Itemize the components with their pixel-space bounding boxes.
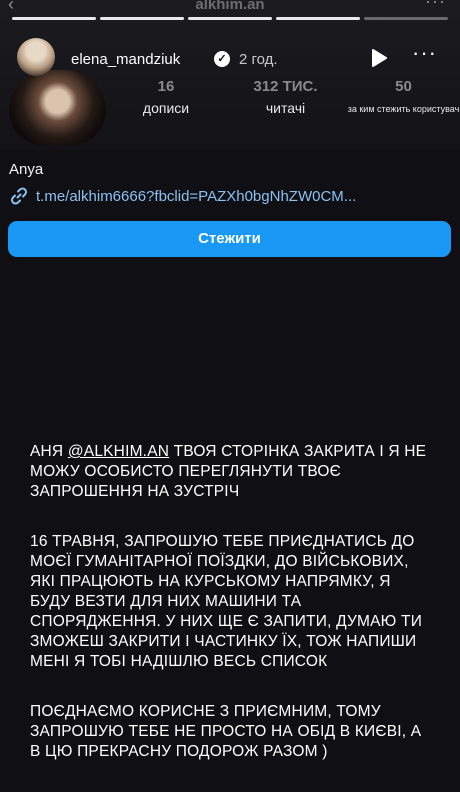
posts-label: дописи	[142, 100, 190, 116]
more-horizontal-icon[interactable]: ···	[412, 40, 437, 66]
story-progress-segment	[276, 17, 360, 20]
profile-username-title: alkhim.an	[195, 0, 265, 13]
profile-name: Anya	[9, 161, 44, 178]
following-label: за ким стежить користувач	[347, 104, 460, 114]
story-progress-segment	[188, 17, 272, 20]
story-paragraph: ПОЄДНАЄМО КОРИСНЕ З ПРИЄМНИМ, ТОМУ ЗАПРО…	[30, 703, 422, 760]
story-author-username[interactable]: elena_mandziuk	[71, 51, 180, 68]
story-progress-segment	[12, 17, 96, 20]
followers-stat[interactable]: 312 ТИС. читачі	[228, 78, 343, 116]
story-header: elena_mandziuk ✓ 2 год. ···	[17, 38, 450, 80]
story-paragraph: 16 ТРАВНЯ, ЗАПРОШУЮ ТЕБЕ ПРИЄДНАТИСЬ ДО …	[30, 533, 423, 670]
story-text-overlay: АНЯ @ALKHIM.AN ТВОЯ СТОРІНКА ЗАКРИТА І Я…	[30, 442, 430, 792]
posts-count: 16	[157, 78, 175, 95]
followers-label: читачі	[265, 100, 306, 116]
more-horizontal-icon[interactable]: ···	[425, 0, 446, 12]
link-icon	[10, 187, 28, 205]
follow-button[interactable]: Стежити	[8, 221, 451, 257]
story-progress-segment	[100, 17, 184, 20]
following-count: 50	[395, 78, 412, 95]
posts-stat[interactable]: 16 дописи	[120, 78, 212, 116]
play-icon[interactable]	[369, 48, 389, 68]
following-stat[interactable]: 50 за ким стежить користувач	[347, 78, 460, 114]
profile-avatar[interactable]	[9, 70, 106, 145]
top-bar: ‹ alkhim.an ···	[0, 0, 460, 14]
mention-link[interactable]: @ALKHIM.AN	[68, 443, 169, 460]
story-progress-segment	[364, 17, 448, 20]
profile-stats: 16 дописи 312 ТИС. читачі 50 за ким стеж…	[120, 78, 460, 118]
verified-badge-icon: ✓	[214, 51, 230, 67]
followers-count: 312 ТИС.	[253, 78, 318, 95]
story-time: 2 год.	[239, 51, 278, 68]
story-progress-bar	[12, 17, 448, 20]
story-paragraph: АНЯ @ALKHIM.AN ТВОЯ СТОРІНКА ЗАКРИТА І Я…	[30, 442, 430, 502]
story-text-fragment: АНЯ	[30, 443, 68, 460]
profile-link[interactable]: t.me/alkhim6666?fbclid=PAZXh0bgNhZW0CM..…	[36, 188, 356, 205]
story-author-avatar[interactable]	[17, 38, 55, 76]
